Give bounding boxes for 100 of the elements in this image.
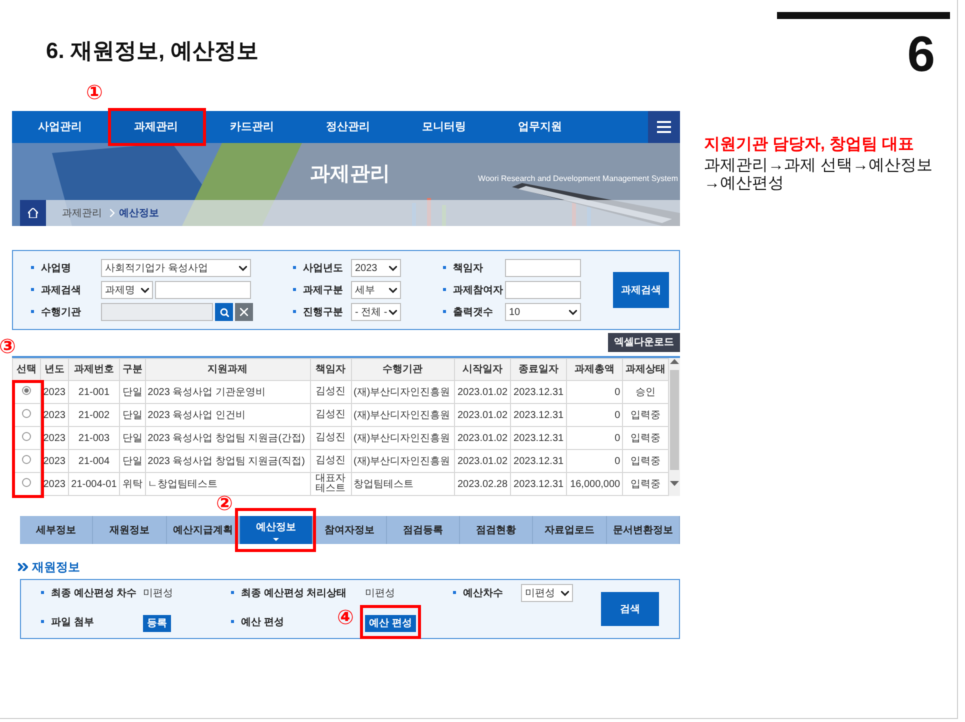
table-cell: 김성진 (310, 450, 351, 472)
table-cell: 2023 육성사업 기관운영비 (145, 380, 310, 404)
excel-download-button[interactable]: 엑셀다운로드 (608, 333, 680, 352)
table-cell: (재)부산디자인진흥원 (351, 404, 454, 426)
table-cell: 2023 육성사업 인건비 (145, 404, 310, 426)
table-cell: 김성진 (310, 426, 351, 450)
tab[interactable]: 점검등록 (386, 516, 460, 544)
table-cell: 0 (566, 404, 623, 426)
column-header: 과제총액 (566, 358, 623, 380)
table-cell: 단일 (120, 426, 146, 450)
search-button[interactable]: 과제검색 (613, 272, 669, 308)
table-cell: 2023.12.31 (510, 472, 567, 496)
select-field[interactable]: 2023 (351, 259, 401, 277)
table-cell: 0 (566, 426, 623, 450)
note-text: 과제관리→과제 선택→예산정보 (704, 157, 932, 176)
breadcrumb-current: 예산정보 (119, 206, 159, 220)
column-header: 구분 (120, 358, 146, 380)
table-cell: 2023.01.02 (454, 404, 511, 426)
table-cell: 16,000,000 (566, 472, 623, 496)
tab[interactable]: 세부정보 (20, 516, 94, 544)
tab[interactable]: 문서변환정보 (606, 516, 680, 544)
table-cell: 단일 (120, 404, 146, 426)
column-header: 수행기관 (351, 358, 454, 380)
table-cell: 21-002 (68, 404, 120, 426)
column-header: 선택 (12, 358, 40, 380)
field-label: 과제구분 (293, 282, 351, 298)
table-cell: 21-001 (68, 380, 120, 404)
breadcrumb-link[interactable]: 과제관리 (62, 206, 102, 220)
table-cell: 김성진 (310, 404, 351, 426)
table-cell: 0 (566, 450, 623, 472)
field-value: 미편성 (365, 586, 395, 600)
table-cell: 김성진 (310, 380, 351, 404)
field-label: 진행구분 (293, 304, 351, 320)
field-label: 최종 예산편성 처리상태 (231, 586, 365, 600)
column-header: 종료일자 (510, 358, 567, 380)
field-value: 미편성 (143, 586, 173, 600)
action-button[interactable]: 등록 (143, 615, 171, 632)
field-label: 책임자 (443, 260, 505, 276)
table-cell: (재)부산디자인진흥원 (351, 380, 454, 404)
table-cell: 단일 (120, 450, 146, 472)
field-label: 최종 예산편성 차수 (41, 586, 143, 600)
field-label: 예산차수 (453, 586, 521, 600)
table-cell: (재)부산디자인진흥원 (351, 450, 454, 472)
select-field[interactable]: 세부 (351, 281, 401, 299)
table-cell: 2023 육성사업 창업팀 지원금(직접) (145, 450, 310, 472)
tab[interactable]: 예산정보 (240, 516, 314, 544)
select-field[interactable]: - 전체 - (351, 303, 401, 321)
table-cell: 2023.12.31 (510, 404, 567, 426)
action-button[interactable]: 예산 편성 (365, 615, 416, 632)
table-cell: 2023.01.02 (454, 450, 511, 472)
table-cell: 21-004 (68, 450, 120, 472)
slide-title: 6. 재원정보, 예산정보 (46, 37, 259, 65)
table-cell: 단일 (120, 380, 146, 404)
callout-number: ① (86, 83, 103, 103)
tab[interactable]: 참여자정보 (313, 516, 387, 544)
table-cell: 2023.01.02 (454, 380, 511, 404)
column-header: 과제상태 (622, 358, 668, 380)
column-header: 시작일자 (454, 358, 511, 380)
select-field[interactable]: 과제명 (101, 281, 153, 299)
callout-number: ④ (337, 608, 354, 628)
field-label: 사업년도 (293, 260, 351, 276)
section-title: 재원정보 (32, 559, 80, 576)
select-field[interactable]: 10 (505, 303, 581, 321)
table-cell: 21-003 (68, 426, 120, 450)
menu-item[interactable]: 업무지원 (492, 111, 588, 143)
select-field[interactable]: 미편성 (521, 584, 573, 602)
table-cell: 2023 육성사업 창업팀 지원금(간접) (145, 426, 310, 450)
table-cell: 21-004-01 (68, 472, 120, 496)
banner-title: 과제관리 (310, 162, 390, 187)
table-cell: 창업팀테스트 (351, 472, 454, 496)
page-number: 6 (907, 29, 935, 79)
table-cell: 대표자테스트 (310, 472, 351, 496)
menu-item[interactable]: 정산관리 (300, 111, 396, 143)
search-button[interactable]: 검색 (601, 592, 659, 626)
menu-item[interactable]: 모니터링 (396, 111, 492, 143)
menu-item[interactable]: 사업관리 (12, 111, 108, 143)
column-header: 과제번호 (68, 358, 120, 380)
field-label: 과제참여자 (443, 282, 505, 298)
table-cell: 2023.12.31 (510, 380, 567, 404)
menu-item[interactable]: 카드관리 (204, 111, 300, 143)
table-cell: 2023.01.02 (454, 426, 511, 450)
column-header: 지원과제 (145, 358, 310, 380)
callout-number: ② (216, 494, 233, 514)
column-header: 책임자 (310, 358, 351, 380)
select-field[interactable]: 사회적기업가 육성사업 (101, 259, 251, 277)
table-cell: ㄴ창업팀테스트 (145, 472, 310, 496)
table-cell: (재)부산디자인진흥원 (351, 426, 454, 450)
note-heading: 지원기관 담당자, 창업팀 대표 (704, 135, 915, 155)
field-label: 과제검색 (31, 282, 101, 298)
table-cell: 0 (566, 380, 623, 404)
tab[interactable]: 재원정보 (93, 516, 167, 544)
table-cell: 위탁 (120, 472, 146, 496)
table-cell: 2023.02.28 (454, 472, 511, 496)
note-text: →예산편성 (704, 175, 785, 194)
tab[interactable]: 자료업로드 (533, 516, 607, 544)
field-label: 수행기관 (31, 304, 101, 320)
field-label: 사업명 (31, 260, 101, 276)
tab[interactable]: 점검현황 (460, 516, 534, 544)
field-label: 파일 첨부 (41, 614, 143, 630)
column-header: 년도 (40, 358, 68, 380)
